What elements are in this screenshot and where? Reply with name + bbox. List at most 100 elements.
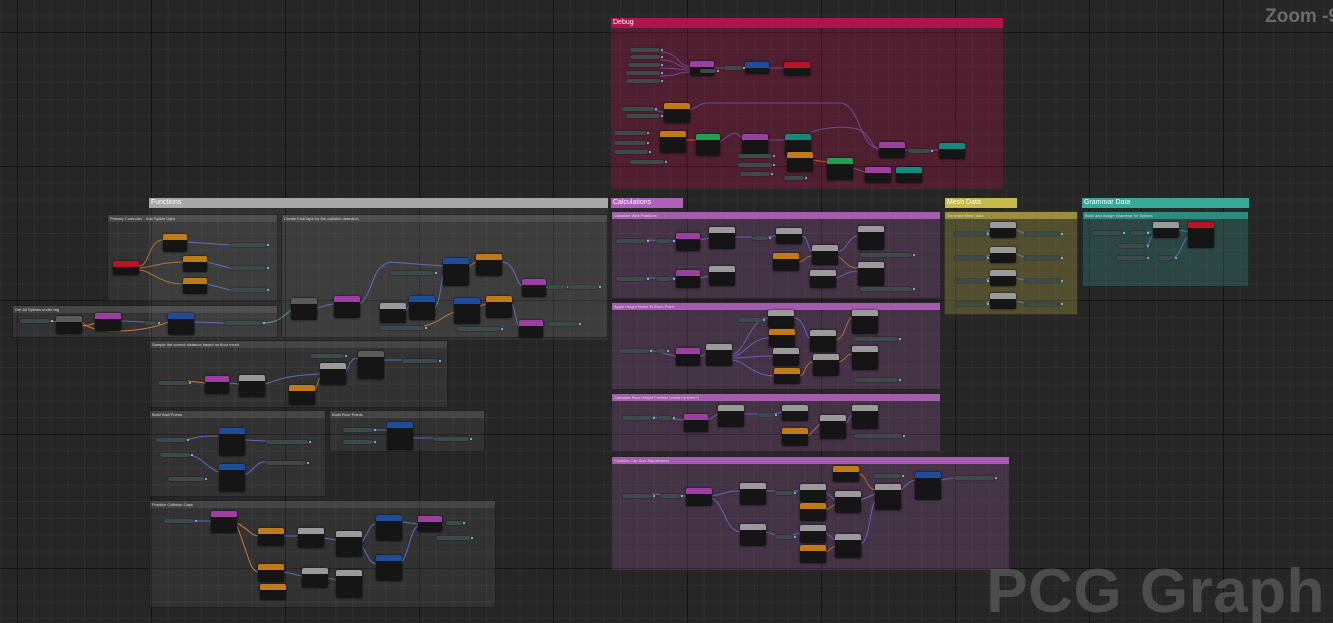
graph-node-getter[interactable] <box>915 472 941 500</box>
graph-node-attribute[interactable] <box>768 310 794 328</box>
graph-reroute-node[interactable] <box>224 321 265 325</box>
graph-reroute-node[interactable] <box>614 141 649 145</box>
graph-node-attribute[interactable] <box>858 262 884 286</box>
graph-reroute-node[interactable] <box>954 476 997 480</box>
graph-node-attribute[interactable] <box>336 531 362 557</box>
graph-reroute-node[interactable] <box>266 440 311 444</box>
graph-reroute-node[interactable] <box>614 131 649 135</box>
graph-reroute-node[interactable] <box>626 71 663 75</box>
graph-reroute-node[interactable] <box>784 176 807 180</box>
graph-reroute-node[interactable] <box>658 416 675 420</box>
graph-reroute-node[interactable] <box>630 160 667 164</box>
graph-node-attribute[interactable] <box>776 228 802 244</box>
grammar-data-comment[interactable]: Grammar Data <box>1082 198 1249 210</box>
graph-reroute-node[interactable] <box>456 327 503 331</box>
graph-reroute-node[interactable] <box>568 285 601 289</box>
graph-node-subgraph[interactable] <box>418 516 442 532</box>
graph-reroute-node[interactable] <box>266 461 309 465</box>
graph-node-subgraph[interactable] <box>865 167 891 183</box>
graph-reroute-node[interactable] <box>310 354 347 358</box>
graph-reroute-node[interactable] <box>622 107 657 111</box>
graph-node-subgraph[interactable] <box>676 270 700 288</box>
graph-reroute-node[interactable] <box>656 277 675 281</box>
graph-node-attribute[interactable] <box>380 303 406 323</box>
pcg-graph-canvas[interactable]: Debug Functions Calculations Mesh Data G… <box>0 0 1333 623</box>
graph-node-attribute[interactable] <box>298 528 324 548</box>
graph-reroute-node[interactable] <box>548 322 581 326</box>
graph-node-attribute[interactable] <box>835 534 861 558</box>
graph-reroute-node[interactable] <box>616 239 649 243</box>
graph-node-getter[interactable] <box>454 298 480 324</box>
graph-node-attribute[interactable] <box>706 344 732 366</box>
graph-reroute-node[interactable] <box>854 378 901 382</box>
graph-node-math[interactable] <box>800 503 826 521</box>
graph-reroute-node[interactable] <box>160 453 193 457</box>
graph-reroute-node[interactable] <box>168 477 207 481</box>
graph-node-subgraph[interactable] <box>676 233 700 251</box>
graph-node-math[interactable] <box>183 278 207 294</box>
graph-node-getter[interactable] <box>219 464 245 492</box>
graph-node-math[interactable] <box>660 131 686 153</box>
graph-reroute-node[interactable] <box>614 150 651 154</box>
graph-reroute-node[interactable] <box>954 279 989 283</box>
graph-node-attribute[interactable] <box>875 484 901 510</box>
graph-node-subgraph[interactable] <box>742 134 768 154</box>
graph-node-attribute[interactable] <box>740 483 766 505</box>
graph-node-math[interactable] <box>800 545 826 563</box>
graph-node-attribute[interactable] <box>320 363 346 385</box>
graph-node-subgraph[interactable] <box>879 142 905 158</box>
graph-reroute-node[interactable] <box>954 302 989 306</box>
graph-reroute-node[interactable] <box>230 288 269 292</box>
graph-reroute-node[interactable] <box>616 277 649 281</box>
graph-node-attribute[interactable] <box>302 568 328 588</box>
graph-reroute-node[interactable] <box>1118 244 1149 248</box>
graph-reroute-node[interactable] <box>1024 302 1063 306</box>
graph-reroute-node[interactable] <box>1024 256 1063 260</box>
graph-node-math[interactable] <box>163 234 187 252</box>
graph-reroute-node[interactable] <box>230 266 269 270</box>
graph-node-math[interactable] <box>773 253 799 271</box>
graph-node-attribute[interactable] <box>852 405 878 429</box>
graph-reroute-node[interactable] <box>854 337 901 341</box>
graph-reroute-node[interactable] <box>1024 279 1063 283</box>
graph-reroute-node[interactable] <box>724 66 745 70</box>
graph-reroute-node[interactable] <box>158 381 191 385</box>
graph-reroute-node[interactable] <box>854 434 905 438</box>
graph-node-attribute[interactable] <box>718 405 744 427</box>
graph-reroute-node[interactable] <box>630 48 663 52</box>
graph-reroute-node[interactable] <box>738 163 775 167</box>
graph-node-subgraph[interactable] <box>95 313 121 331</box>
graph-node-getter[interactable] <box>409 296 435 320</box>
graph-node-attribute[interactable] <box>800 484 826 502</box>
graph-reroute-node[interactable] <box>628 63 663 67</box>
graph-node-attribute[interactable] <box>800 525 826 543</box>
graph-node-getter[interactable] <box>387 422 413 450</box>
graph-node-math[interactable] <box>476 254 502 276</box>
sub-position-collision-caps[interactable]: Position Collision Caps <box>149 500 496 608</box>
graph-node-attribute[interactable] <box>1153 222 1179 238</box>
graph-reroute-node[interactable] <box>446 521 465 525</box>
graph-reroute-node[interactable] <box>700 69 719 73</box>
graph-node-subgraph[interactable] <box>684 414 708 432</box>
graph-reroute-node[interactable] <box>626 79 663 83</box>
graph-node-attribute[interactable] <box>810 330 836 352</box>
graph-node-debug[interactable] <box>1188 222 1214 248</box>
calculations-comment[interactable]: Calculations <box>611 198 683 210</box>
graph-node-subgraph[interactable] <box>334 296 360 318</box>
graph-node-attribute[interactable] <box>740 524 766 546</box>
graph-reroute-node[interactable] <box>656 349 669 353</box>
graph-reroute-node[interactable] <box>630 55 663 59</box>
graph-reroute-node[interactable] <box>433 437 472 441</box>
graph-reroute-node[interactable] <box>860 287 915 291</box>
graph-node-math[interactable] <box>833 466 859 482</box>
graph-node-attribute[interactable] <box>990 222 1016 238</box>
graph-reroute-node[interactable] <box>954 232 989 236</box>
graph-node-getter[interactable] <box>443 258 469 286</box>
graph-node-attribute[interactable] <box>990 247 1016 263</box>
graph-reroute-node[interactable] <box>343 428 376 432</box>
graph-reroute-node[interactable] <box>775 491 796 495</box>
graph-node-subgraph[interactable] <box>519 320 543 338</box>
sub-calculate-roof-height[interactable]: Calculate Roof Height Position (could be… <box>611 393 941 452</box>
graph-reroute-node[interactable] <box>20 319 53 323</box>
graph-reroute-node[interactable] <box>619 349 652 353</box>
